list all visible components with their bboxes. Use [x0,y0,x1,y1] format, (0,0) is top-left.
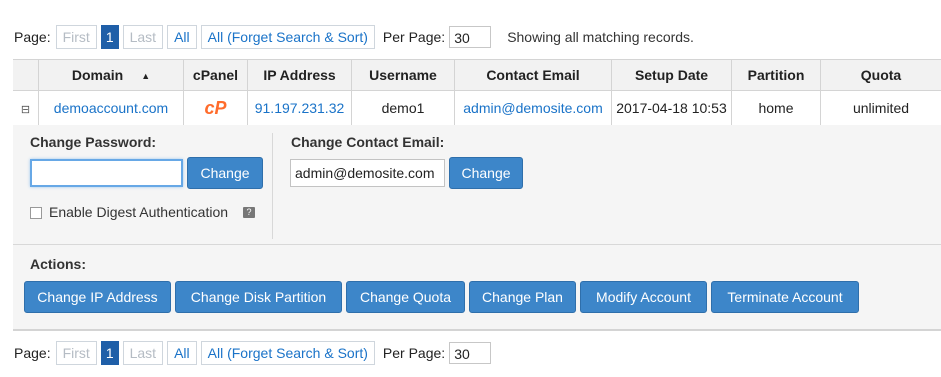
change-contact-email-title: Change Contact Email: [291,134,445,150]
digest-auth-label: Enable Digest Authentication [49,204,229,220]
pager-bottom: Page: First 1 Last All All (Forget Searc… [14,340,492,366]
change-password-button[interactable]: Change [187,157,263,189]
all-button[interactable]: All [167,341,197,365]
quota-cell: unlimited [852,100,910,116]
modify-account-button[interactable]: Modify Account [580,281,707,313]
section-divider-vertical [272,133,273,239]
header-contact-email[interactable]: Contact Email [455,60,612,90]
section-divider-horizontal [13,244,941,245]
page-label: Page: [14,29,51,45]
accounts-table: Domain ▲ cPanel IP Address Username Conta… [13,59,941,126]
header-username[interactable]: Username [352,60,455,90]
header-cpanel[interactable]: cPanel [184,60,248,90]
per-page-label: Per Page: [382,345,446,361]
per-page-input[interactable]: 30 [449,342,492,364]
change-email-button[interactable]: Change [449,157,523,189]
ip-address-link[interactable]: 91.197.231.32 [255,100,345,116]
header-expander [13,60,39,90]
change-ip-address-button[interactable]: Change IP Address [24,281,171,313]
change-quota-button[interactable]: Change Quota [346,281,465,313]
change-plan-button[interactable]: Change Plan [469,281,576,313]
account-details-panel: Change Password: Change Enable Digest Au… [13,125,941,331]
username-cell: demo1 [381,100,425,116]
page-label: Page: [14,345,51,361]
header-setup-date[interactable]: Setup Date [612,60,732,90]
table-header: Domain ▲ cPanel IP Address Username Conta… [13,59,941,91]
last-page-button[interactable]: Last [122,341,164,365]
change-disk-partition-button[interactable]: Change Disk Partition [175,281,342,313]
table-row: ⊟ demoaccount.com cP 91.197.231.32 demo1… [13,91,941,126]
header-domain[interactable]: Domain ▲ [39,60,184,90]
current-page-button[interactable]: 1 [100,341,119,365]
change-password-title: Change Password: [30,134,157,150]
forget-search-sort-button[interactable]: All (Forget Search & Sort) [200,25,375,49]
current-page-button[interactable]: 1 [100,25,119,49]
cpanel-logo-icon[interactable]: cP [204,98,226,118]
all-button[interactable]: All [167,25,197,49]
domain-link[interactable]: demoaccount.com [54,100,168,116]
header-domain-label: Domain [71,67,124,83]
help-tooltip-icon[interactable]: ? [243,207,255,218]
forget-search-sort-button[interactable]: All (Forget Search & Sort) [200,341,375,365]
header-ip-address[interactable]: IP Address [248,60,352,90]
header-quota[interactable]: Quota [821,60,941,90]
setup-date-cell: 2017-04-18 10:53 [616,100,727,116]
collapse-icon[interactable]: ⊟ [21,104,30,116]
first-page-button[interactable]: First [55,341,97,365]
pager-top: Page: First 1 Last All All (Forget Searc… [14,24,694,50]
terminate-account-button[interactable]: Terminate Account [711,281,859,313]
password-input[interactable] [30,159,183,187]
partition-cell: home [758,100,794,116]
showing-status: Showing all matching records. [507,29,694,45]
contact-email-link[interactable]: admin@demosite.com [463,100,603,116]
contact-email-input[interactable]: admin@demosite.com [290,159,445,187]
digest-auth-checkbox[interactable] [30,207,42,219]
sort-ascending-icon: ▲ [141,71,151,81]
first-page-button[interactable]: First [55,25,97,49]
actions-title: Actions: [30,256,86,272]
last-page-button[interactable]: Last [122,25,164,49]
per-page-label: Per Page: [382,29,446,45]
header-partition[interactable]: Partition [732,60,821,90]
per-page-input[interactable]: 30 [449,26,492,48]
